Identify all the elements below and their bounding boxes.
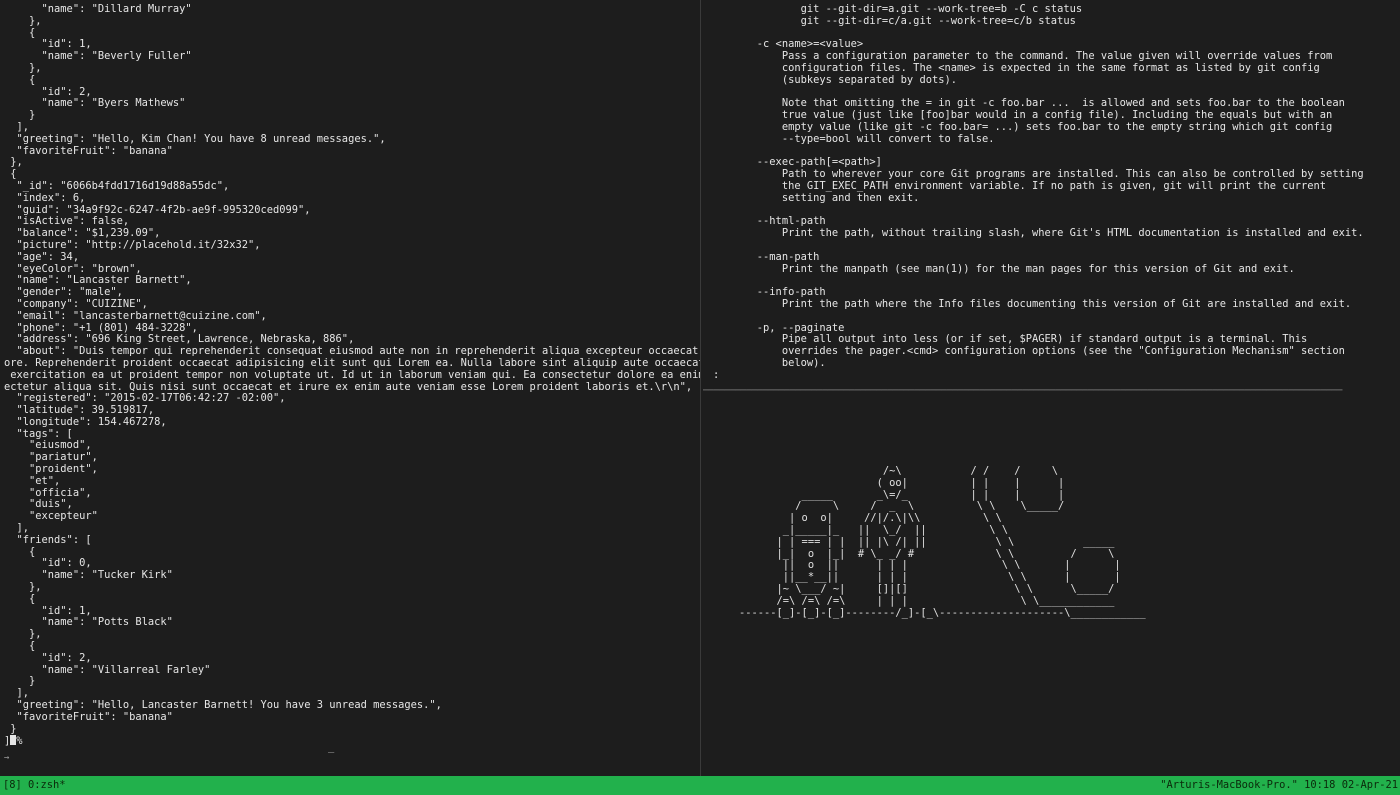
json-output: "name": "Dillard Murray" }, { "id": 1, "… (0, 0, 700, 748)
json-line: "_id": "6066b4fdd1716d19d88a55dc", (4, 179, 230, 192)
host-clock: "Arturis-MacBook-Pro." 10:18 02-Apr-21 (1160, 779, 1398, 791)
json-line: "name": "Dillard Murray" (4, 3, 192, 15)
man-line: --man-path (713, 250, 820, 263)
ascii-line: ------[_]-[_]-[_]--------/_]-[_\--------… (739, 606, 1146, 619)
man-line: configuration files. The <name> is expec… (713, 61, 1320, 74)
json-line: }, (4, 14, 42, 27)
json-line: "id": 2, (4, 651, 92, 664)
json-line: "et", (4, 474, 61, 487)
json-line: "email": "lancasterbarnett@cuizine.com", (4, 309, 267, 322)
json-line: { (4, 545, 36, 558)
json-line: ], (4, 120, 30, 133)
tmux-status-bar: [8] 0:zsh* "Arturis-MacBook-Pro." 10:18 … (0, 776, 1400, 795)
json-line: "favoriteFruit": "banana" (4, 144, 173, 157)
json-line: "picture": "http://placehold.it/32x32", (4, 238, 261, 251)
man-line: empty value (like git -c foo.bar= ...) s… (713, 120, 1333, 133)
json-line: { (4, 640, 36, 653)
man-line: Print the manpath (see man(1)) for the m… (713, 262, 1295, 275)
man-line (713, 311, 1400, 323)
json-line: }, (4, 581, 42, 594)
man-line: (subkeys separated by dots). (713, 73, 957, 86)
json-line: { (4, 73, 36, 86)
man-line (713, 240, 1400, 252)
left-terminal-pane[interactable]: "name": "Dillard Murray" }, { "id": 1, "… (0, 0, 700, 776)
man-line: --type=bool will convert to false. (713, 132, 995, 145)
json-line: }, (4, 156, 23, 169)
prompt-tail: % (16, 735, 23, 748)
prompt-arrow-icon: → (4, 753, 10, 763)
json-line: "name": "Tucker Kirk" (4, 569, 173, 582)
git-man-page-text: git --git-dir=a.git --work-tree=b -C c s… (703, 0, 1400, 382)
man-line: setting and then exit. (713, 191, 920, 204)
star-wars-ascii-art: /~\ / / / \ ( oo| | | | | _____ _\=/_ | … (739, 465, 1146, 619)
json-line: } (4, 722, 17, 735)
json-line: "company": "CUIZINE", (4, 297, 148, 310)
man-line: Print the path, without trailing slash, … (713, 227, 1364, 240)
json-line: "proident", (4, 463, 98, 476)
man-line: the GIT_EXEC_PATH environment variable. … (713, 179, 1327, 192)
json-line: "name": "Beverly Fuller" (4, 50, 192, 63)
json-line: "excepteur" (4, 510, 98, 523)
man-line: below). (713, 356, 826, 369)
json-line: "name": "Potts Black" (4, 616, 173, 629)
json-line: "greeting": "Hello, Kim Chan! You have 8… (4, 132, 386, 145)
json-line: "officia", (4, 486, 92, 499)
json-line: { (4, 26, 36, 39)
json-line: "age": 34, (4, 250, 80, 263)
ascii-art-pane[interactable]: /~\ / / / \ ( oo| | | | | _____ _\=/_ | … (703, 394, 1400, 776)
json-line: "favoriteFruit": "banana" (4, 710, 173, 723)
json-line: "index": 6, (4, 191, 86, 204)
json-line: } (4, 675, 36, 688)
ascii-line: _|_____|_ || \_/ || \ \ (739, 523, 1008, 536)
json-line: { (4, 592, 36, 605)
json-line: "name": "Villarreal Farley" (4, 663, 211, 676)
ascii-line: ( oo| | | | | (739, 476, 1065, 489)
man-page-pane[interactable]: git --git-dir=a.git --work-tree=b -C c s… (703, 0, 1400, 390)
json-line: "longitude": 154.467278, (4, 415, 167, 428)
json-line: }, (4, 628, 42, 641)
ascii-line: |~ \___/ ~| []|[] \ \ \_____/ (739, 582, 1115, 595)
json-line: }, (4, 61, 42, 74)
json-line: ]% (4, 735, 23, 748)
json-line: "tags": [ (4, 427, 73, 440)
json-line: "duis", (4, 498, 73, 511)
json-line: "eiusmod", (4, 439, 92, 452)
json-line: "name": "Byers Mathews" (4, 97, 186, 110)
json-line: "friends": [ (4, 533, 92, 546)
json-line: ore. Reprehenderit proident occaecat adi… (4, 356, 700, 369)
window-list[interactable]: [8] 0:zsh* (3, 776, 66, 795)
man-line: Print the path where the Info files docu… (713, 297, 1352, 310)
json-line: ], (4, 522, 30, 535)
json-line: "pariatur", (4, 451, 98, 464)
json-line: exercitation ea ut proident tempor non v… (4, 368, 700, 381)
man-line: : (713, 368, 720, 381)
stray-underscore: _ (328, 741, 335, 753)
json-line: } (4, 109, 36, 122)
ascii-line: /=\ /=\ /=\ | | | \ \____________ (739, 594, 1115, 607)
ascii-line: | | === | | || |\ /| || \ \ _____ (739, 535, 1115, 548)
man-line: git --git-dir=c/a.git --work-tree=c/b st… (713, 14, 1076, 27)
